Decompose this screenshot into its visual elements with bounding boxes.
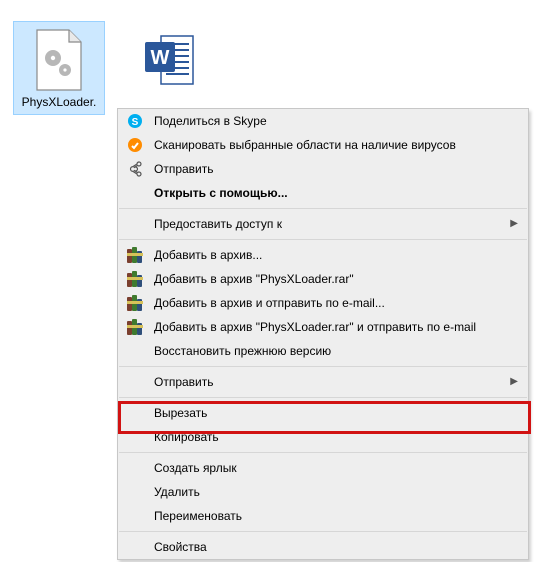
- share-icon: [126, 160, 144, 178]
- menu-label: Добавить в архив и отправить по e-mail..…: [154, 296, 385, 310]
- menu-label: Добавить в архив "PhysXLoader.rar" и отп…: [154, 320, 476, 334]
- menu-cut[interactable]: Вырезать: [118, 401, 528, 425]
- file-label: [124, 94, 214, 100]
- menu-send-to[interactable]: Отправить ▶: [118, 370, 528, 394]
- menu-label: Добавить в архив "PhysXLoader.rar": [154, 272, 354, 286]
- menu-rar-add[interactable]: Добавить в архив...: [118, 243, 528, 267]
- menu-share-access[interactable]: Предоставить доступ к ▶: [118, 212, 528, 236]
- menu-delete[interactable]: Удалить: [118, 480, 528, 504]
- menu-label: Свойства: [154, 540, 207, 554]
- menu-antivirus-scan[interactable]: Сканировать выбранные области на наличие…: [118, 133, 528, 157]
- menu-send-share[interactable]: Отправить: [118, 157, 528, 181]
- menu-properties[interactable]: Свойства: [118, 535, 528, 559]
- skype-icon: S: [126, 112, 144, 130]
- menu-separator: [119, 531, 527, 532]
- menu-separator: [119, 397, 527, 398]
- menu-share-skype[interactable]: S Поделиться в Skype: [118, 109, 528, 133]
- menu-copy[interactable]: Копировать: [118, 425, 528, 449]
- desktop: PhysXLoader. W S Поделиться в Skype Скан…: [0, 0, 552, 562]
- menu-label: Поделиться в Skype: [154, 114, 267, 128]
- file-physxloader[interactable]: PhysXLoader.: [14, 22, 104, 114]
- menu-separator: [119, 366, 527, 367]
- menu-label: Переименовать: [154, 509, 242, 523]
- menu-label: Сканировать выбранные области на наличие…: [154, 138, 456, 152]
- menu-label: Копировать: [154, 430, 219, 444]
- menu-restore-version[interactable]: Восстановить прежнюю версию: [118, 339, 528, 363]
- file-label: PhysXLoader.: [14, 94, 104, 114]
- context-menu: S Поделиться в Skype Сканировать выбранн…: [117, 108, 529, 560]
- menu-label: Восстановить прежнюю версию: [154, 344, 331, 358]
- svg-text:S: S: [132, 117, 139, 128]
- menu-create-shortcut[interactable]: Создать ярлык: [118, 456, 528, 480]
- menu-rename[interactable]: Переименовать: [118, 504, 528, 528]
- svg-text:W: W: [151, 47, 170, 69]
- file-word-doc[interactable]: W: [124, 22, 214, 100]
- menu-separator: [119, 239, 527, 240]
- menu-label: Добавить в архив...: [154, 248, 262, 262]
- antivirus-icon: [126, 136, 144, 154]
- menu-label: Отправить: [154, 162, 214, 176]
- menu-label: Предоставить доступ к: [154, 217, 282, 231]
- menu-separator: [119, 208, 527, 209]
- menu-rar-add-named[interactable]: Добавить в архив "PhysXLoader.rar": [118, 267, 528, 291]
- menu-rar-email-named[interactable]: Добавить в архив "PhysXLoader.rar" и отп…: [118, 315, 528, 339]
- menu-label: Создать ярлык: [154, 461, 237, 475]
- submenu-arrow-icon: ▶: [510, 218, 518, 229]
- menu-open-with[interactable]: Открыть с помощью...: [118, 181, 528, 205]
- menu-label: Открыть с помощью...: [154, 186, 288, 200]
- menu-separator: [119, 452, 527, 453]
- menu-label: Отправить: [154, 375, 214, 389]
- winrar-icon: [126, 270, 144, 288]
- dll-file-icon: [31, 28, 87, 92]
- menu-label: Вырезать: [154, 406, 207, 420]
- winrar-icon: [126, 294, 144, 312]
- menu-label: Удалить: [154, 485, 200, 499]
- menu-rar-email[interactable]: Добавить в архив и отправить по e-mail..…: [118, 291, 528, 315]
- word-file-icon: W: [141, 28, 197, 92]
- winrar-icon: [126, 246, 144, 264]
- submenu-arrow-icon: ▶: [510, 376, 518, 387]
- winrar-icon: [126, 318, 144, 336]
